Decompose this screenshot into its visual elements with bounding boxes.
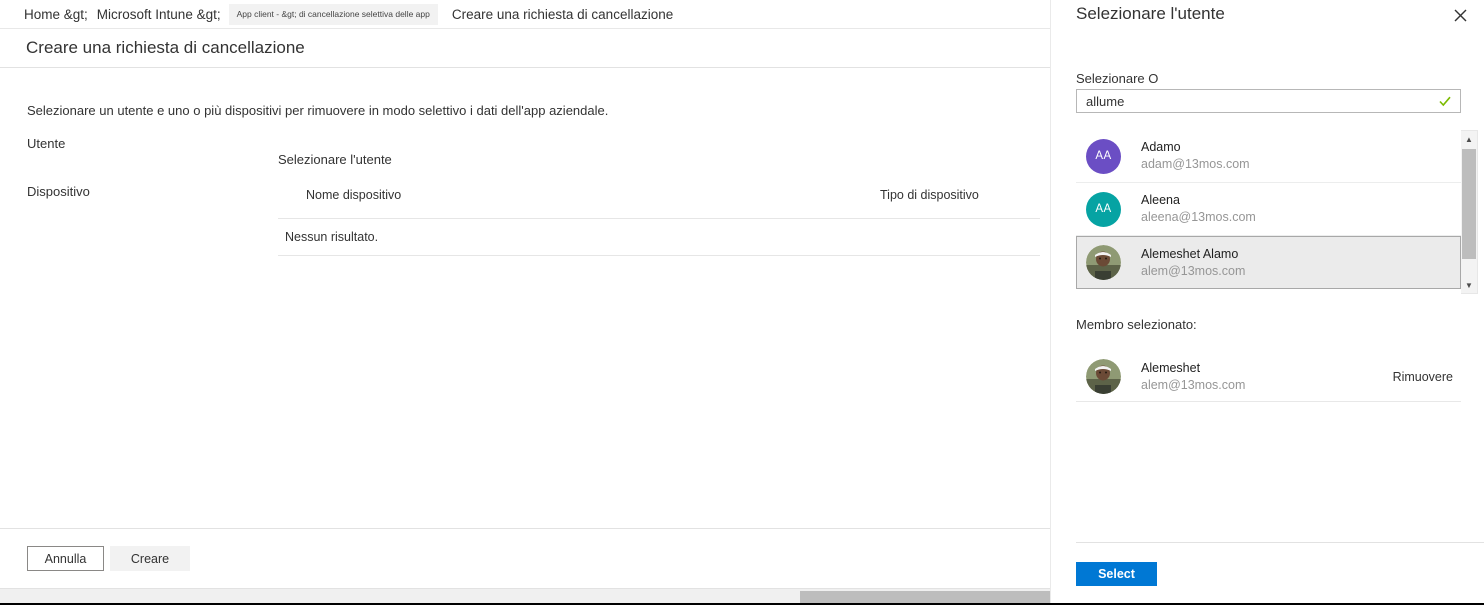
selected-member-email: alem@13mos.com — [1141, 377, 1246, 392]
breadcrumb-item-current: Creare una richiesta di cancellazione — [451, 6, 674, 22]
close-icon[interactable] — [1449, 4, 1471, 26]
user-email: aleena@13mos.com — [1141, 210, 1256, 224]
user-email: adam@13mos.com — [1141, 157, 1250, 171]
user-info: Adamo adam@13mos.com — [1141, 139, 1250, 173]
avatar-photo — [1086, 245, 1121, 280]
no-results-text: Nessun risultato. — [285, 230, 379, 244]
list-item[interactable]: AA Adamo adam@13mos.com — [1076, 130, 1461, 183]
search-field-wrapper[interactable] — [1076, 89, 1461, 113]
avatar-photo — [1086, 359, 1121, 394]
select-user-link[interactable]: Selezionare l'utente — [278, 152, 392, 167]
scroll-up-arrow-icon[interactable]: ▲ — [1461, 131, 1477, 147]
user-info: Alemeshet Alamo alem@13mos.com — [1141, 246, 1245, 280]
avatar-initials: AA — [1095, 150, 1112, 162]
scroll-down-arrow-icon[interactable]: ▼ — [1461, 277, 1477, 293]
user-list-scrollbar[interactable]: ▲ ▼ — [1461, 130, 1478, 294]
cancel-button[interactable]: Annulla — [27, 546, 104, 571]
user-info: Aleena aleena@13mos.com — [1141, 192, 1256, 226]
device-table-empty-row: Nessun risultato. — [278, 219, 1040, 256]
panel-title: Selezionare l'utente — [1076, 4, 1225, 23]
intro-description: Selezionare un utente e uno o più dispos… — [27, 103, 609, 118]
device-table: Nome dispositivo Tipo di dispositivo Nes… — [278, 188, 1040, 256]
select-button[interactable]: Select — [1076, 562, 1157, 586]
breadcrumb: Home &gt; Microsoft Intune &gt; App clie… — [0, 0, 1050, 29]
create-wipe-request-blade: Home &gt; Microsoft Intune &gt; App clie… — [0, 0, 1050, 605]
device-table-header: Nome dispositivo Tipo di dispositivo — [278, 188, 1040, 219]
create-button[interactable]: Creare — [110, 546, 190, 571]
panel-footer-divider — [1076, 542, 1484, 543]
breadcrumb-item-app-selective-wipe[interactable]: App client - &gt; di cancellazione selet… — [228, 3, 438, 25]
blade-footer: Annulla Creare — [0, 528, 1050, 588]
avatar-initials: AA — [1095, 203, 1112, 215]
user-name: Adamo — [1141, 140, 1181, 155]
user-name: Alemeshet Alamo — [1141, 246, 1239, 261]
device-field-label: Dispositivo — [27, 184, 90, 199]
blade-title-bar: Creare una richiesta di cancellazione — [0, 29, 1050, 68]
avatar: AA — [1086, 191, 1121, 227]
selected-member-name: Alemeshet — [1141, 360, 1201, 375]
page-title: Creare una richiesta di cancellazione — [26, 38, 305, 57]
user-name: Aleena — [1141, 193, 1180, 208]
select-user-panel: Selezionare l'utente Selezionare O AA — [1050, 0, 1484, 605]
app-root: Home &gt; Microsoft Intune &gt; App clie… — [0, 0, 1484, 605]
user-field-label: Utente — [27, 136, 66, 151]
selected-member-info: Alemeshet alem@13mos.com — [1141, 360, 1245, 394]
column-header-device-type[interactable]: Tipo di dispositivo — [880, 188, 1040, 202]
breadcrumb-item-intune[interactable]: Microsoft Intune &gt; — [97, 7, 221, 22]
user-result-list[interactable]: AA Adamo adam@13mos.com AA Aleena aleena… — [1076, 130, 1461, 294]
search-field-label: Selezionare O — [1076, 71, 1159, 86]
breadcrumb-item-home[interactable]: Home &gt; — [24, 7, 88, 22]
list-item[interactable]: AA Aleena aleena@13mos.com — [1076, 183, 1461, 236]
selected-member-row: Alemeshet alem@13mos.com Rimuovere — [1076, 352, 1461, 402]
checkmark-icon — [1438, 94, 1452, 108]
user-email: alem@13mos.com — [1141, 263, 1246, 278]
user-list-scrollbar-thumb[interactable] — [1462, 149, 1476, 259]
selected-member-label: Membro selezionato: — [1076, 317, 1197, 332]
avatar: AA — [1086, 138, 1121, 174]
remove-member-link[interactable]: Rimuovere — [1393, 370, 1453, 384]
list-item-selected[interactable]: Alemeshet Alamo alem@13mos.com — [1076, 236, 1461, 289]
panel-header: Selezionare l'utente — [1051, 0, 1484, 34]
search-input[interactable] — [1086, 91, 1438, 111]
column-header-device-name[interactable]: Nome dispositivo — [306, 188, 880, 202]
